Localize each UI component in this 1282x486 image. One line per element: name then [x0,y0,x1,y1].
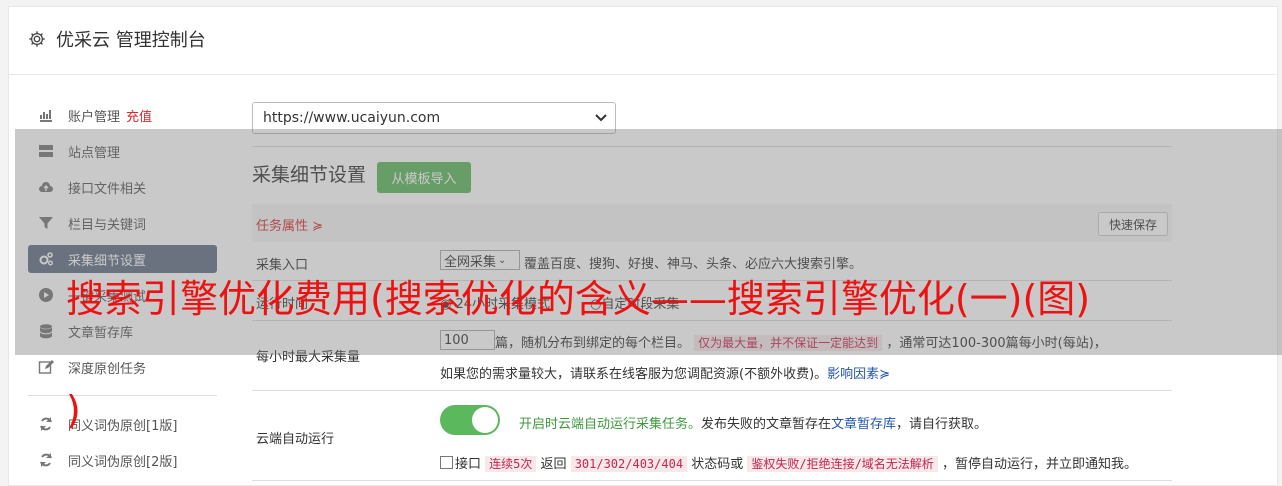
sidebar-item-label: 同义词伪原创[1版] [68,418,178,434]
sidebar-item-label: 同义词伪原创[2版] [68,454,178,470]
divider [252,480,1172,481]
factors-link[interactable]: 影响因素≽ [827,367,890,382]
cloud-text: 开启时云端自动运行采集任务。发布失败的文章暂存在文章暂存库，请自行获取。 [519,417,988,432]
pause-checkbox[interactable] [440,456,453,469]
header-bar: 优采云 管理控制台 [8,6,1276,75]
cloud-label: 云端自动运行 [256,432,335,447]
edit-icon [38,360,54,374]
cloud-pause-option[interactable]: 接口 连续5次 返回 301/302/403/404 状态码或 鉴权失败/拒绝连… [440,453,1137,472]
hourly-text-2: 如果您的需求量较大，请联系在线客服为您调配资源(不额外收费)。影响因素≽ [440,367,891,382]
recharge-link[interactable]: 充值 [126,106,152,125]
overlay-title-tail: ) [66,388,81,432]
sidebar-divider [28,395,217,396]
toggle-knob [472,407,498,433]
gear-icon [29,31,45,47]
sidebar-item-deep-original[interactable]: 深度原创任务 [28,353,217,381]
refresh-icon [40,417,52,431]
sidebar-item-synonym-v2[interactable]: 同义词伪原创[2版] [28,446,217,474]
sidebar-item-account[interactable]: 账户管理 充值 [28,101,217,129]
sidebar-item-synonym-v1[interactable]: 同义词伪原创[1版] [28,410,217,438]
chevron-down-icon [595,114,607,122]
page-title-text: 优采云 管理控制台 [56,30,206,51]
overlay-title: 搜索引擎优化费用(搜索优化的含义——搜索引擎优化(一)(图) [66,277,1091,321]
sidebar-item-label: 深度原创任务 [68,361,147,377]
article-store-link[interactable]: 文章暂存库 [831,417,896,432]
bar-chart-icon [40,110,52,122]
refresh-icon [40,453,52,467]
page-title: 优采云 管理控制台 [28,26,206,52]
site-select-value: https://www.ucaiyun.com [263,110,441,126]
sidebar-item-label: 账户管理 [68,109,121,125]
divider [252,390,1172,391]
cloud-run-toggle[interactable] [440,405,500,435]
